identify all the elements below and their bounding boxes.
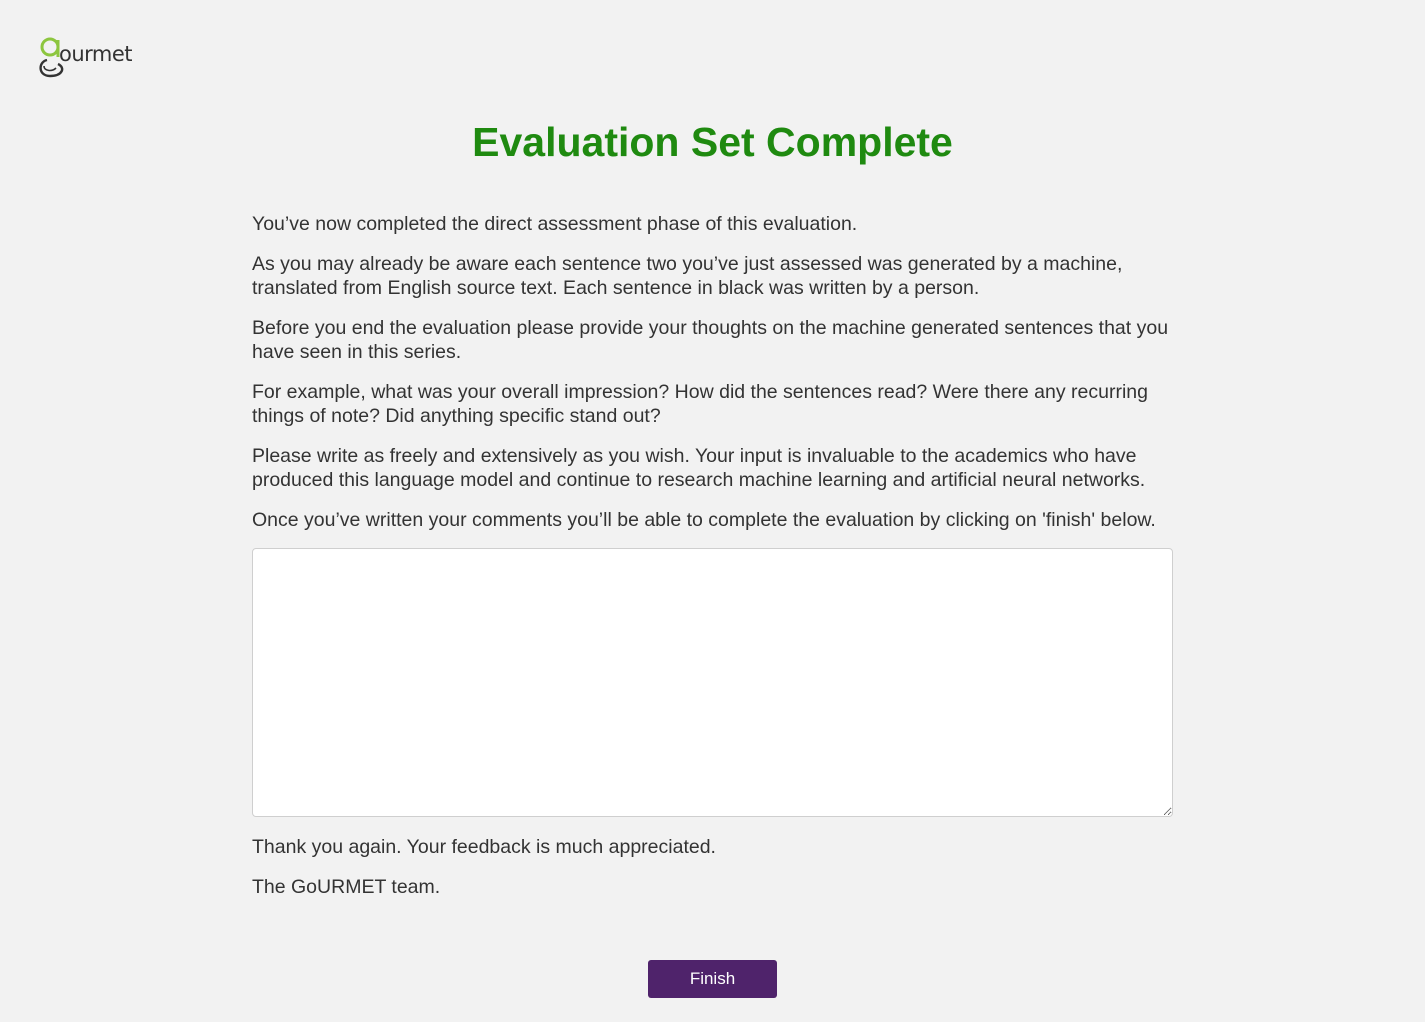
logo-wordmark: ourmet bbox=[59, 42, 133, 66]
gourmet-logo: ourmet bbox=[38, 36, 148, 80]
thank-you-text: Thank you again. Your feedback is much a… bbox=[252, 836, 716, 858]
finish-button[interactable]: Finish bbox=[648, 960, 777, 998]
write-freely-note: Please write as freely and extensively a… bbox=[252, 445, 1146, 491]
main-content: You’ve now completed the direct assessme… bbox=[252, 212, 1174, 915]
example-questions: For example, what was your overall impre… bbox=[252, 381, 1148, 427]
team-signature: The GoURMET team. bbox=[252, 876, 441, 898]
feedback-request: Before you end the evaluation please pro… bbox=[252, 317, 1169, 363]
finish-row: Finish bbox=[0, 960, 1425, 998]
page-title: Evaluation Set Complete bbox=[472, 119, 953, 165]
finish-instruction: Once you’ve written your comments you’ll… bbox=[252, 509, 1156, 531]
intro-paragraph: You’ve now completed the direct assessme… bbox=[252, 213, 858, 235]
comments-textarea[interactable] bbox=[252, 548, 1173, 817]
machine-translation-note: As you may already be aware each sentenc… bbox=[252, 253, 1123, 299]
